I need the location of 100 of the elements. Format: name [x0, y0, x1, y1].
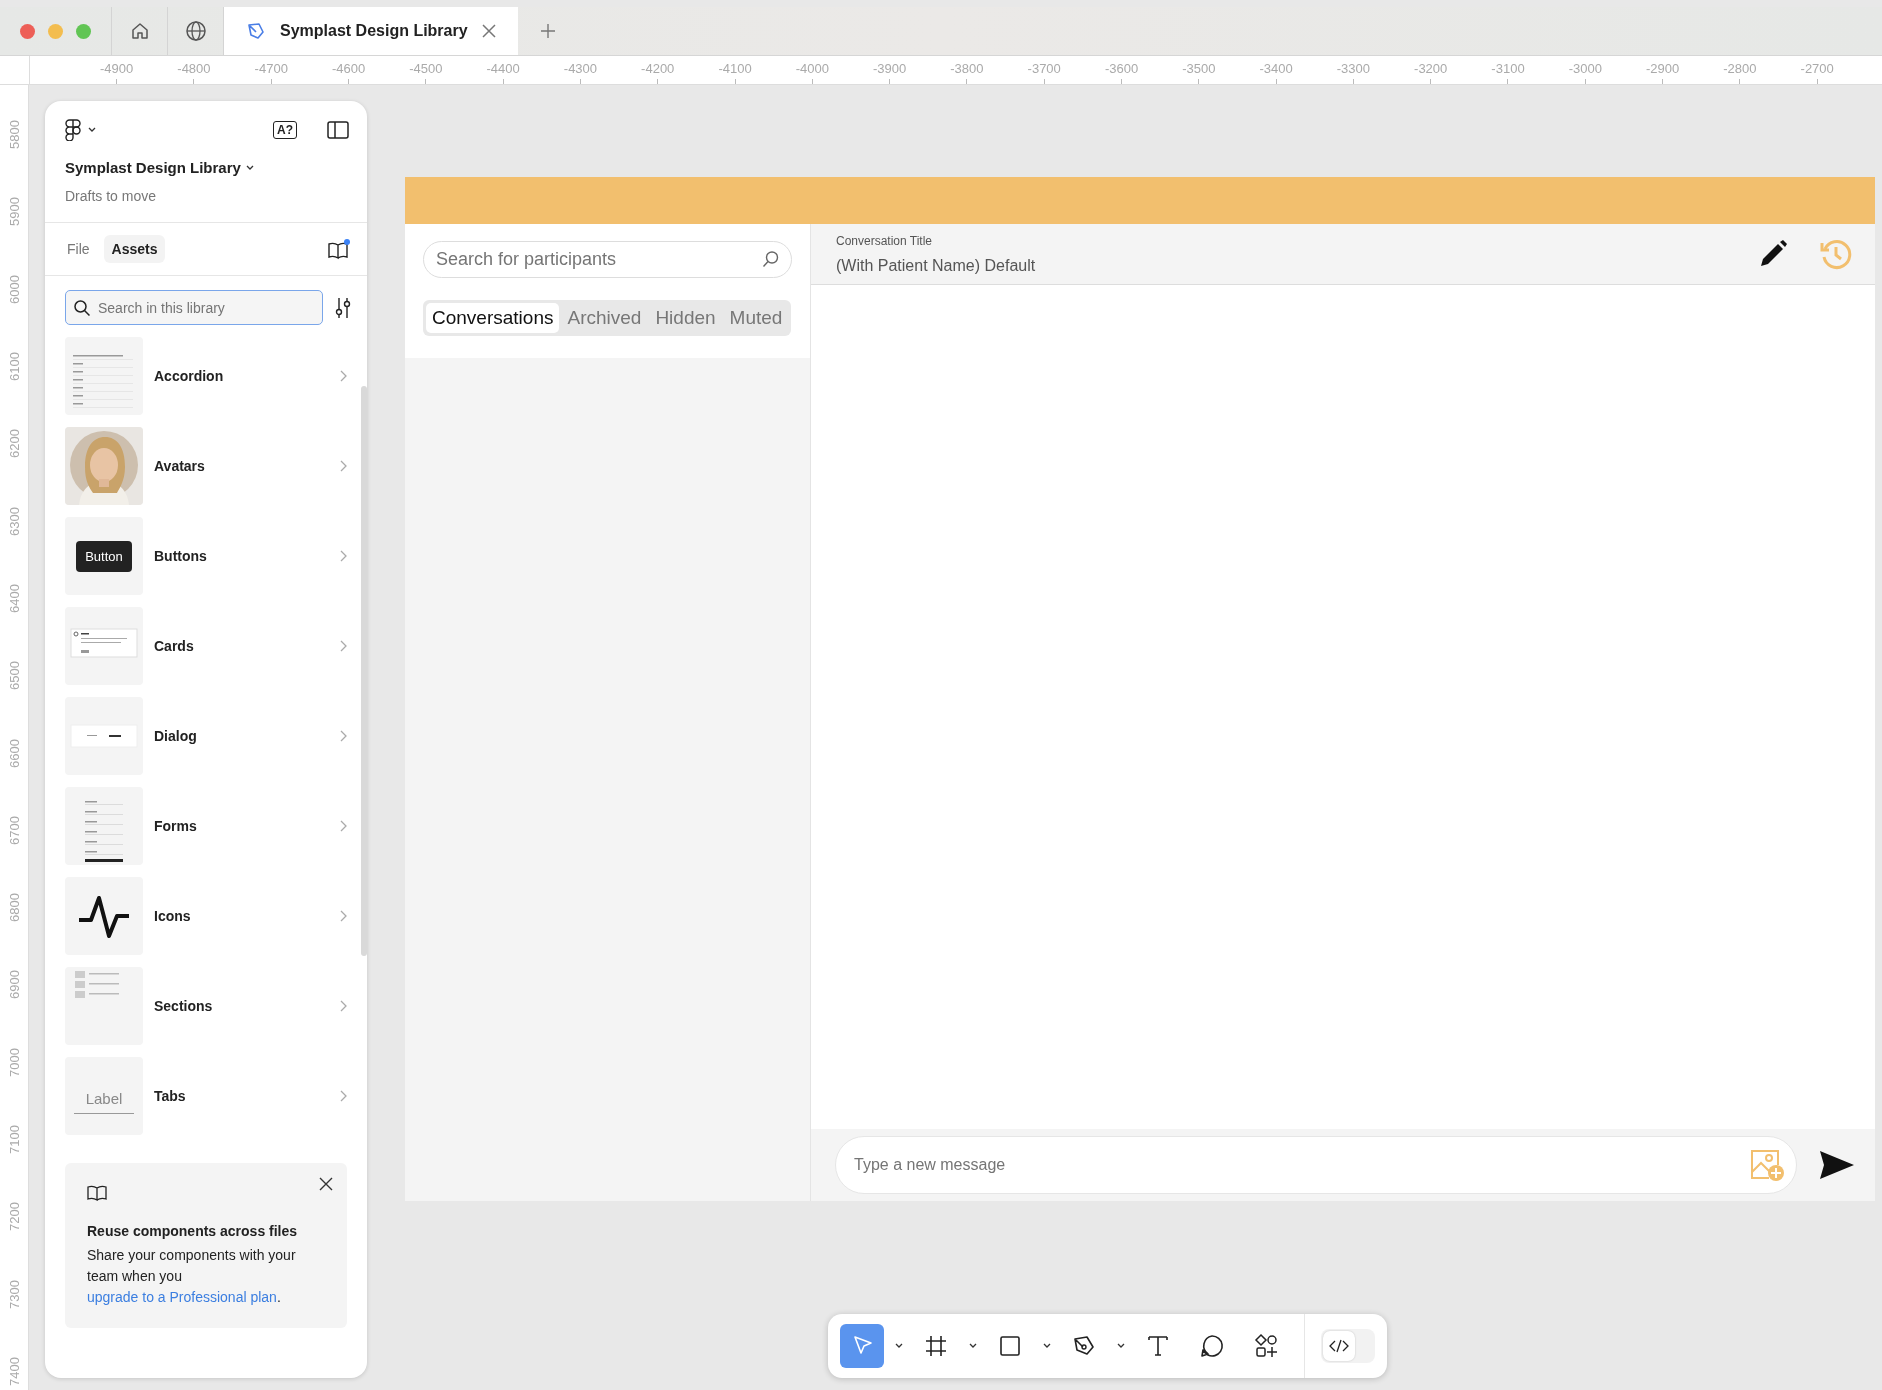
ruler-label: -3900 [873, 61, 907, 76]
caret-icon[interactable] [968, 1342, 978, 1350]
ruler-label: -4200 [641, 61, 675, 76]
chevron-icon [339, 640, 347, 652]
speech-bubble-icon [1198, 1332, 1226, 1360]
code-icon [1329, 1339, 1349, 1353]
ruler-label: -3000 [1568, 61, 1602, 76]
ruler-label: 6700 [6, 815, 22, 845]
title-label: Conversation Title [836, 233, 934, 248]
ruler-label: 6400 [6, 583, 22, 613]
library-name[interactable]: Accordion [154, 368, 328, 384]
library-name[interactable]: Buttons [154, 548, 328, 564]
button-sample: Button [76, 540, 132, 572]
ruler-label: 7300 [6, 1279, 22, 1309]
ruler-label: -2700 [1800, 61, 1834, 76]
conversation-tab[interactable]: Muted [723, 303, 789, 333]
ruler-label: -3200 [1414, 61, 1448, 76]
filter-icon[interactable] [335, 296, 351, 319]
pulse-icon [77, 894, 131, 938]
project-name: Drafts to move [65, 188, 158, 204]
search-icon [73, 299, 91, 317]
ai-button[interactable]: A? [273, 121, 297, 139]
home-icon[interactable] [129, 21, 150, 41]
ruler-label: -4700 [254, 61, 288, 76]
panel-tab[interactable]: Assets [103, 235, 166, 263]
book-icon [87, 1185, 107, 1201]
dev-mode-toggle[interactable] [1321, 1329, 1375, 1363]
ruler-label: 7200 [6, 1202, 22, 1232]
ruler-label: -2800 [1723, 61, 1757, 76]
tab-sample: Label [73, 1090, 135, 1114]
conversation-title[interactable]: (With Patient Name) Default [836, 256, 1036, 275]
ruler-label: -3600 [1104, 61, 1139, 76]
logo-icon[interactable] [65, 119, 81, 141]
library-name[interactable]: Tabs [154, 1088, 328, 1104]
library-name[interactable]: Forms [154, 818, 328, 834]
ruler-label: -3400 [1259, 61, 1293, 76]
ruler-label: -3500 [1182, 61, 1216, 76]
caret-icon[interactable] [87, 126, 97, 134]
participant-search-field[interactable]: Search for participants [423, 241, 792, 278]
ruler-label: 7400 [6, 1356, 22, 1386]
ruler-label: 7100 [6, 1125, 22, 1154]
caret-icon[interactable] [1116, 1342, 1126, 1350]
ruler-label: 6900 [6, 970, 22, 1000]
conversation-tab[interactable]: Archived [561, 303, 648, 333]
panel-tab[interactable]: File [59, 235, 98, 263]
ruler-label: 6500 [6, 661, 22, 691]
chevron-icon [339, 730, 347, 742]
close-icon[interactable] [319, 1177, 333, 1191]
browser-tab[interactable]: Symplast Design Library [224, 7, 518, 55]
caret-icon[interactable] [1042, 1342, 1052, 1350]
scrollbar[interactable] [361, 386, 367, 956]
send-icon[interactable] [1819, 1150, 1855, 1180]
caret-icon[interactable] [894, 1342, 904, 1350]
library-icon[interactable] [327, 238, 351, 260]
ruler-label: -4300 [563, 61, 598, 76]
ruler-label: 5900 [6, 197, 22, 227]
close-window-button[interactable] [20, 23, 35, 39]
conversation-tab[interactable]: Hidden [649, 303, 722, 333]
search-icon [762, 250, 780, 268]
chevron-icon [339, 370, 347, 382]
chevron-icon [339, 910, 347, 922]
library-name[interactable]: Dialog [154, 728, 328, 744]
ruler-label: -4500 [409, 61, 443, 76]
ruler-label: -4100 [718, 61, 752, 76]
library-name[interactable]: Sections [154, 998, 328, 1014]
chevron-icon [339, 550, 347, 562]
chevron-icon [339, 460, 347, 472]
ruler-label: 6600 [6, 738, 22, 768]
upgrade-link[interactable]: upgrade to a Professional plan [87, 1289, 277, 1305]
ruler-label: -2900 [1645, 61, 1680, 76]
ruler-label: 6300 [6, 506, 22, 536]
ruler-label: -4000 [795, 61, 829, 76]
conversation-tab[interactable]: Conversations [426, 303, 560, 333]
library-name[interactable]: Icons [154, 908, 328, 924]
ruler-label: -3800 [950, 61, 984, 76]
chevron-icon [339, 1090, 347, 1102]
caret-icon[interactable] [244, 163, 255, 172]
notice-text: Share your components with your team when you upgrade to a Professional plan. [87, 1246, 297, 1307]
file-title[interactable]: Symplast Design Library [65, 159, 241, 176]
chevron-icon [339, 1000, 347, 1012]
globe-icon[interactable] [184, 20, 207, 42]
sidebar-toggle-icon[interactable] [327, 121, 349, 139]
new-tab-icon[interactable] [539, 23, 556, 39]
ruler-label: -4900 [100, 61, 134, 76]
chevron-icon [339, 820, 347, 832]
library-name[interactable]: Cards [154, 638, 328, 654]
shapes-icon [1252, 1332, 1280, 1360]
ruler-label: 6000 [6, 274, 22, 304]
ruler-label: 6200 [6, 429, 22, 459]
library-name[interactable]: Avatars [154, 458, 328, 474]
ruler-label: -4600 [331, 61, 366, 76]
pen-icon [246, 21, 266, 41]
ruler-label: -3300 [1336, 61, 1370, 76]
move-tool-button[interactable] [840, 1324, 884, 1368]
library-search-field[interactable]: Search in this library [65, 290, 323, 325]
message-field[interactable]: Type a new message [835, 1136, 1797, 1194]
ruler-label: -3100 [1491, 61, 1525, 76]
tab-title: Symplast Design Library [280, 22, 468, 40]
ruler-label: 6100 [6, 352, 22, 381]
ruler-label: 7000 [6, 1047, 22, 1077]
